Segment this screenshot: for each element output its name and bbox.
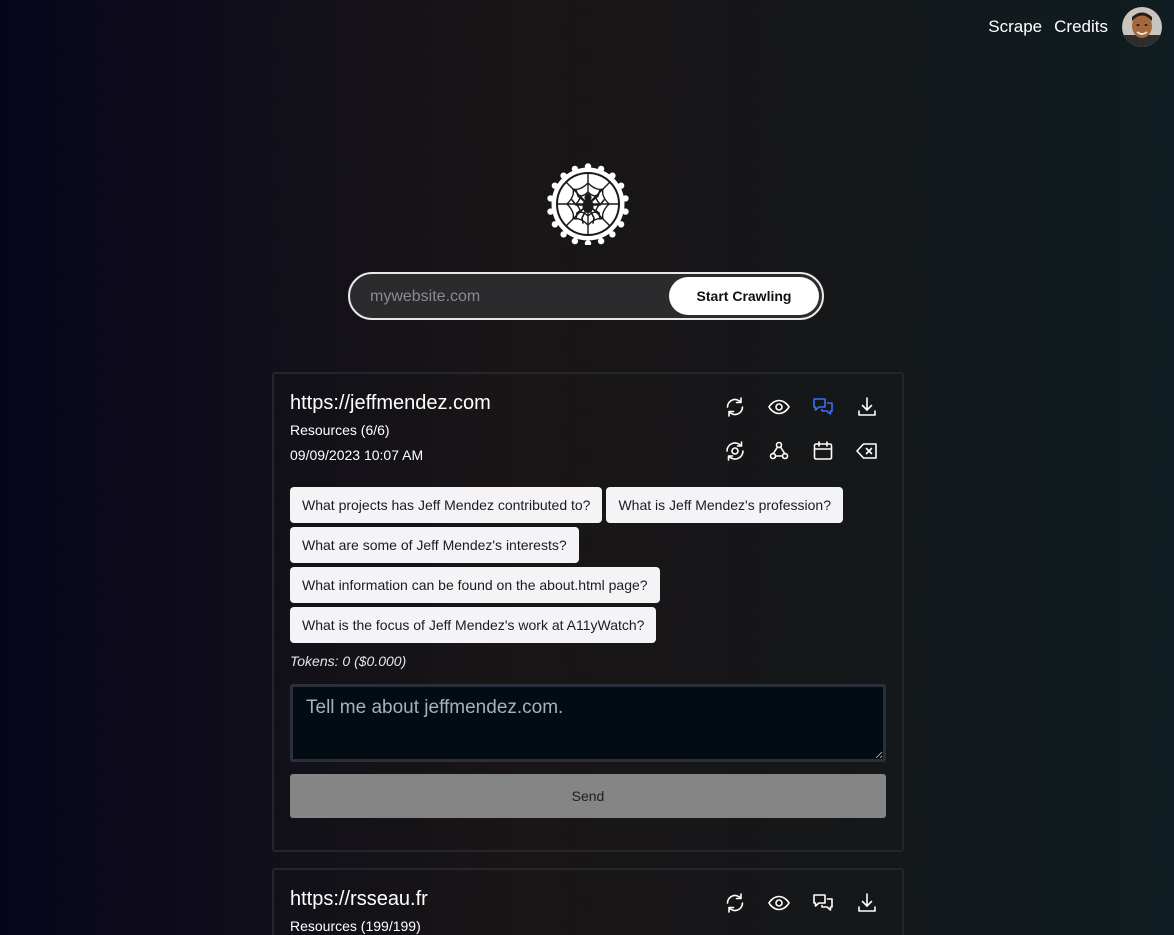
calendar-icon[interactable]: [809, 437, 837, 465]
refresh-icon[interactable]: [721, 393, 749, 421]
nav-scrape-link[interactable]: Scrape: [988, 17, 1042, 37]
site-url: https://rsseau.fr: [290, 888, 428, 910]
crawl-date: 09/09/2023 10:07 AM: [290, 447, 424, 463]
chat-icon[interactable]: [809, 889, 837, 917]
resources-count: Resources (6/6): [290, 422, 390, 438]
token-usage: Tokens: 0 ($0.000): [290, 653, 407, 669]
question-chip[interactable]: What is Jeff Mendez's profession?: [606, 487, 843, 523]
spider-web-logo-icon: [547, 163, 629, 247]
chat-icon[interactable]: [809, 393, 837, 421]
sync-icon[interactable]: [721, 437, 749, 465]
site-card: https://rsseau.fr Resources (199/199): [272, 868, 904, 935]
chat-textarea[interactable]: [290, 684, 886, 762]
website-url-input[interactable]: [368, 282, 662, 312]
delete-icon[interactable]: [853, 437, 881, 465]
download-icon[interactable]: [853, 393, 881, 421]
crawl-form: Start Crawling: [348, 272, 824, 320]
resources-count: Resources (199/199): [290, 918, 421, 934]
suggested-questions: What projects has Jeff Mendez contribute…: [290, 487, 890, 647]
eye-icon[interactable]: [765, 393, 793, 421]
webhook-icon[interactable]: [765, 437, 793, 465]
avatar[interactable]: [1122, 7, 1162, 47]
question-chip[interactable]: What information can be found on the abo…: [290, 567, 660, 603]
question-chip[interactable]: What projects has Jeff Mendez contribute…: [290, 487, 603, 523]
question-chip[interactable]: What is the focus of Jeff Mendez's work …: [290, 607, 657, 643]
top-nav: Scrape Credits: [988, 6, 1162, 48]
start-crawling-button[interactable]: Start Crawling: [669, 277, 819, 315]
download-icon[interactable]: [853, 889, 881, 917]
refresh-icon[interactable]: [721, 889, 749, 917]
site-card: https://jeffmendez.com Resources (6/6) 0…: [272, 372, 904, 852]
site-url: https://jeffmendez.com: [290, 392, 491, 414]
question-chip[interactable]: What are some of Jeff Mendez's interests…: [290, 527, 579, 563]
send-button[interactable]: Send: [290, 774, 886, 818]
eye-icon[interactable]: [765, 889, 793, 917]
nav-credits-link[interactable]: Credits: [1054, 17, 1108, 37]
